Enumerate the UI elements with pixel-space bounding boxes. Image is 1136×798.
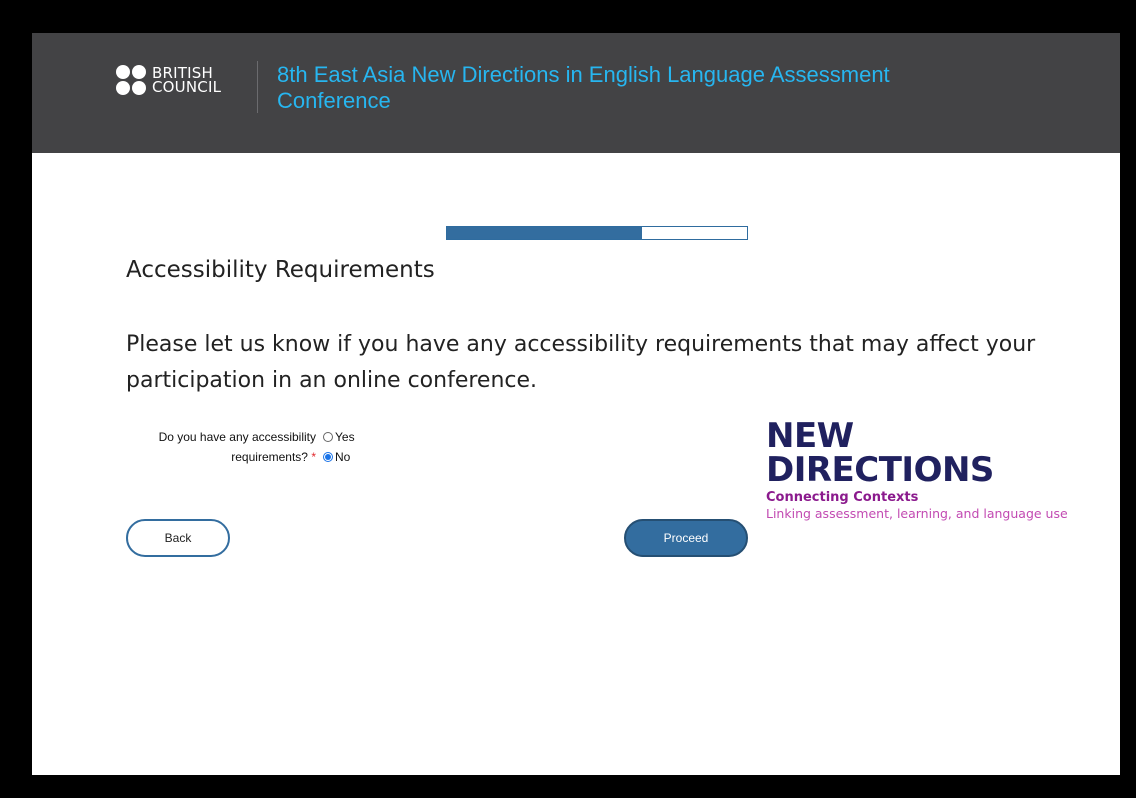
radio-group: Yes No — [323, 427, 355, 467]
intro-text: Please let us know if you have any acces… — [126, 332, 1036, 393]
question-label: Do you have any accessibility requiremen… — [120, 427, 316, 467]
site-header: BRITISH COUNCIL 8th East Asia New Direct… — [32, 33, 1120, 153]
radio-no[interactable] — [323, 452, 333, 462]
header-divider — [257, 61, 258, 113]
conference-title: 8th East Asia New Directions in English … — [277, 62, 890, 113]
back-button[interactable]: Back — [126, 519, 230, 557]
page-title: Accessibility Requirements — [126, 257, 435, 283]
logo-text: BRITISH COUNCIL — [152, 66, 222, 96]
required-marker: * — [311, 450, 316, 464]
logo-subtitle: Linking assessment, learning, and langua… — [766, 506, 1068, 521]
logo-tagline: Connecting Contexts — [766, 490, 919, 505]
question-text: Do you have any accessibility requiremen… — [158, 430, 316, 464]
radio-yes[interactable] — [323, 432, 333, 442]
proceed-button[interactable]: Proceed — [624, 519, 748, 557]
logo-directions: DIRECTIONS — [766, 450, 994, 490]
progress-fill — [447, 227, 642, 239]
progress-bar — [446, 226, 748, 240]
logo-new: NEW — [766, 416, 854, 456]
option-yes-label[interactable]: Yes — [335, 427, 355, 447]
option-no[interactable]: No — [323, 447, 355, 467]
new-directions-logo: NEW DIRECTIONS Connecting Contexts Linki… — [766, 419, 1096, 522]
logo-line-2: COUNCIL — [152, 78, 222, 96]
option-yes[interactable]: Yes — [323, 427, 355, 447]
option-no-label[interactable]: No — [335, 447, 350, 467]
logo-dots-icon — [116, 65, 146, 95]
british-council-logo[interactable]: BRITISH COUNCIL — [116, 65, 221, 95]
page-frame: BRITISH COUNCIL 8th East Asia New Direct… — [32, 33, 1120, 775]
